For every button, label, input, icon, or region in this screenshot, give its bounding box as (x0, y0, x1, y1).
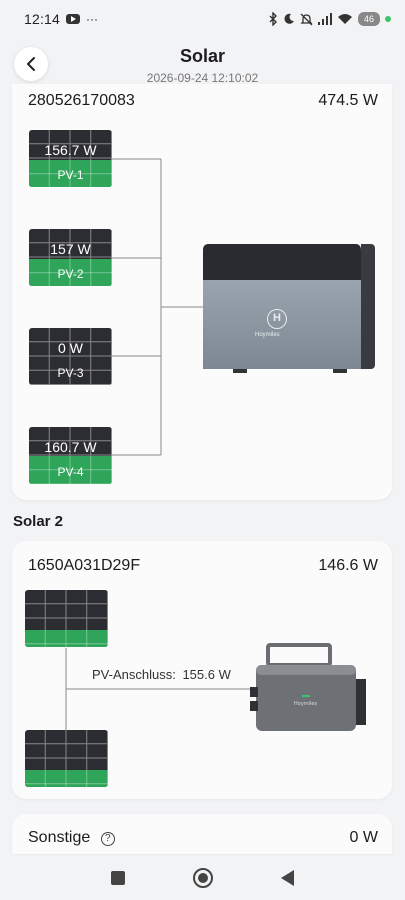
page-timestamp: 2026-09-24 12:10:02 (146, 71, 259, 85)
pv-value: 0 W (58, 340, 83, 356)
recents-button[interactable] (111, 870, 125, 885)
pv-value: 157 W (50, 241, 91, 257)
bluetooth-icon (269, 12, 277, 26)
page-title: Solar (179, 46, 226, 66)
pv-value: 156.7 W (44, 142, 97, 158)
pv-label: PV-4 (57, 465, 84, 479)
status-bar: 12:14 ··· 46 (0, 0, 405, 38)
system-back-button[interactable] (281, 869, 294, 886)
pv-connection-readout: PV-Anschluss: 155.6 W (92, 667, 231, 682)
pv-fill (25, 769, 108, 787)
solar1-card[interactable]: 280526170083 474.5 W 156.7 W PV-1 157 W … (12, 84, 392, 500)
pv-panel[interactable]: 157 W PV-2 (29, 229, 112, 286)
pv-connection-value: 155.6 W (182, 667, 231, 682)
moon-icon (284, 13, 294, 24)
privacy-dot-icon (385, 16, 391, 22)
youtube-icon (66, 14, 81, 24)
pv-fill (25, 629, 108, 647)
pv-label: PV-2 (57, 267, 84, 281)
battery-indicator: 46 (357, 12, 380, 26)
pv-label: PV-3 (57, 366, 84, 380)
solar2-card[interactable]: 1650A031D29F 146.6 W PV-Anschluss: 155.6… (12, 541, 392, 799)
pv-panel[interactable]: 160.7 W PV-4 (29, 427, 112, 484)
home-button[interactable] (193, 867, 213, 888)
other-label: Sonstige (28, 829, 91, 846)
pv-panel[interactable]: 156.7 W PV-1 (29, 130, 112, 187)
pv-label: PV-1 (57, 168, 84, 182)
system-nav-bar (0, 855, 405, 900)
pv-panel[interactable]: 0 W PV-3 (29, 328, 112, 385)
battery-storage-device: H Hoymiles (203, 244, 375, 373)
signal-icon (317, 13, 332, 25)
other-value: 0 W (349, 829, 378, 846)
status-time: 12:14 (24, 11, 61, 27)
help-icon[interactable]: ? (100, 832, 115, 846)
solar2-panel[interactable] (25, 730, 108, 787)
mute-icon (300, 13, 313, 25)
hoymiles-logo-icon: H (267, 309, 287, 329)
microinverter-device: Hoymiles (250, 643, 366, 731)
pv-connection-label: PV-Anschluss: (92, 667, 176, 682)
microinverter-brand: Hoymiles (294, 701, 318, 707)
more-notifications-icon: ··· (86, 12, 99, 26)
pv-value: 160.7 W (44, 439, 97, 455)
wifi-icon (337, 14, 352, 24)
other-card[interactable]: Sonstige ? 0 W (12, 814, 392, 854)
device-brand: Hoymiles (255, 332, 280, 338)
solar2-panel[interactable] (25, 590, 108, 647)
section-title-solar2: Solar 2 (13, 513, 64, 530)
